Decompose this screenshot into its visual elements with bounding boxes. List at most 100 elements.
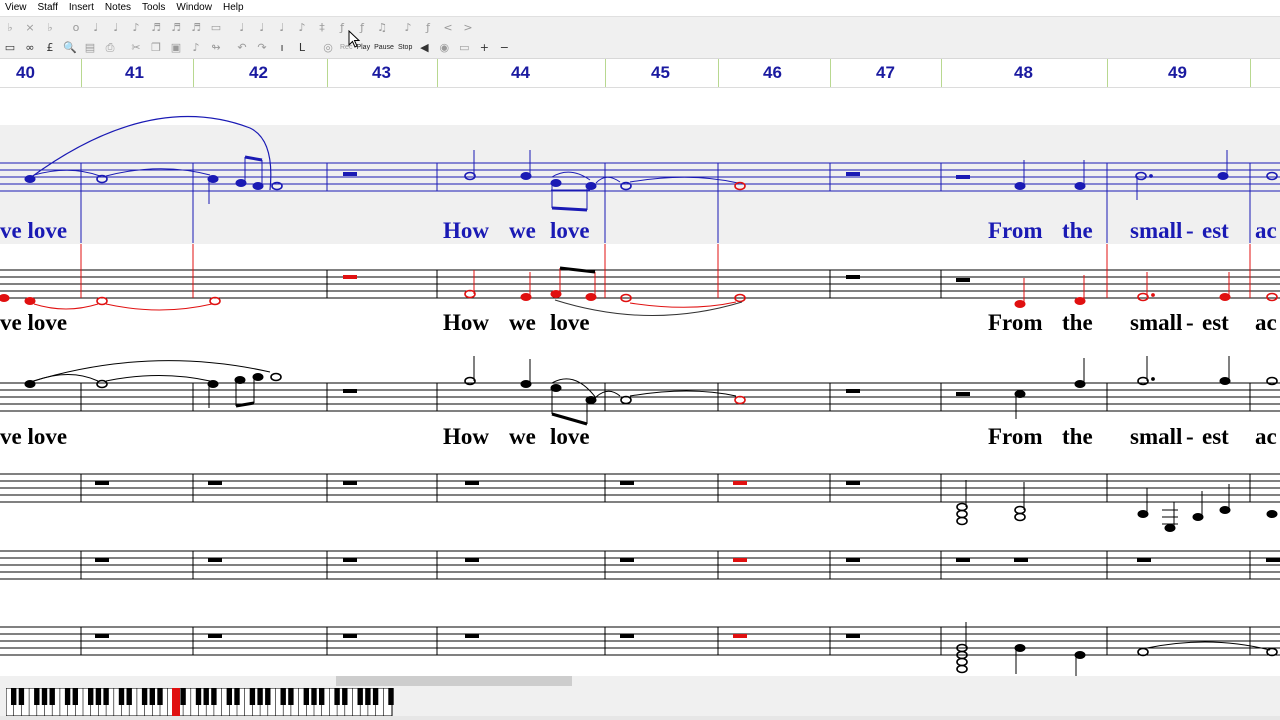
trill-icon[interactable]: ♫ <box>372 18 392 36</box>
piano-keyboard[interactable] <box>6 688 406 718</box>
keyboard-icon[interactable]: ▭ <box>454 39 474 57</box>
black-key[interactable] <box>319 688 325 705</box>
lyric-syllable[interactable]: From <box>988 424 1043 449</box>
black-key[interactable] <box>180 688 186 705</box>
lyric-syllable[interactable]: From <box>988 218 1043 243</box>
black-key[interactable] <box>157 688 163 705</box>
lyric-syllable[interactable]: love <box>550 218 590 243</box>
staff-5-rests[interactable] <box>95 558 1280 562</box>
staccato-icon[interactable]: ‡ <box>312 18 332 36</box>
metronome-icon[interactable]: ◎ <box>318 39 338 57</box>
black-key[interactable] <box>234 688 240 705</box>
black-key[interactable] <box>334 688 340 705</box>
black-key[interactable] <box>265 688 271 705</box>
scrollbar-thumb[interactable] <box>336 676 572 686</box>
globe-icon[interactable]: ◉ <box>434 39 454 57</box>
black-key[interactable] <box>365 688 371 705</box>
triplet-icon[interactable]: ♪ <box>398 18 418 36</box>
black-key[interactable] <box>226 688 232 705</box>
measure-number-42[interactable]: 42 <box>249 63 268 83</box>
score-canvas[interactable]: ve love How we love From the small - est… <box>0 88 1280 676</box>
whole-note-icon[interactable]: o <box>66 18 86 36</box>
lyric-syllable[interactable]: ve love <box>0 218 67 243</box>
insert-line-icon[interactable]: L <box>292 39 312 57</box>
sixtyfourth-note-icon[interactable]: ♬ <box>186 18 206 36</box>
black-key[interactable] <box>211 688 217 705</box>
half-note-icon[interactable]: ♩ <box>86 18 106 36</box>
stop-button[interactable]: Stop <box>396 44 414 51</box>
black-key[interactable] <box>288 688 294 705</box>
staff-6-notes[interactable] <box>95 622 1278 676</box>
lyric-syllable[interactable]: How <box>443 310 489 335</box>
crescendo-icon[interactable]: < <box>438 18 458 36</box>
lyric-syllable[interactable]: est <box>1202 218 1229 243</box>
black-key[interactable] <box>64 688 71 705</box>
measure-number-41[interactable]: 41 <box>125 63 144 83</box>
eighth-note-icon[interactable]: ♪ <box>126 18 146 36</box>
lyric-syllable[interactable]: we <box>509 310 536 335</box>
slur-note-icon[interactable]: ♪ <box>292 18 312 36</box>
staff-4[interactable] <box>0 473 1280 503</box>
lyric-syllable[interactable]: small <box>1130 218 1182 243</box>
lyric-syllable[interactable]: From <box>988 310 1043 335</box>
tied-note-icon[interactable]: ♩ <box>272 18 292 36</box>
measure-number-44[interactable]: 44 <box>511 63 530 83</box>
menu-insert[interactable]: Insert <box>64 2 100 13</box>
paste-special-icon[interactable]: ↬ <box>206 39 226 57</box>
print-preview-icon[interactable]: ▤ <box>80 39 100 57</box>
staff-6[interactable] <box>0 626 1280 656</box>
black-key[interactable] <box>49 688 55 705</box>
black-key[interactable] <box>388 688 394 705</box>
black-key[interactable] <box>11 688 17 705</box>
staff-2[interactable] <box>0 269 1280 299</box>
black-key[interactable] <box>72 688 78 705</box>
open-icon[interactable]: ∞ <box>20 39 40 57</box>
measure-number-48[interactable]: 48 <box>1014 63 1033 83</box>
grace-note-icon[interactable]: ♩ <box>232 18 252 36</box>
menu-notes[interactable]: Notes <box>100 2 137 13</box>
new-file-icon[interactable]: ▭ <box>0 39 20 57</box>
black-key[interactable] <box>34 688 40 705</box>
black-key[interactable] <box>126 688 132 705</box>
lyric-syllable[interactable]: the <box>1062 218 1093 243</box>
measure-number-43[interactable]: 43 <box>372 63 391 83</box>
black-key[interactable] <box>357 688 363 705</box>
lyric-syllable[interactable]: small <box>1130 310 1182 335</box>
black-key[interactable] <box>88 688 94 705</box>
black-key[interactable] <box>257 688 263 705</box>
staff-2-notes[interactable] <box>0 266 1278 316</box>
zoom-icon[interactable]: 🔍 <box>60 39 80 57</box>
cut-icon[interactable]: ✂ <box>126 39 146 57</box>
thirtysecond-note-icon[interactable]: ♬ <box>166 18 186 36</box>
lyric-syllable[interactable]: ve love <box>0 310 67 335</box>
flat-icon[interactable]: ♭ <box>0 18 20 36</box>
lyric-syllable[interactable]: - <box>1186 424 1194 449</box>
dotted-note-icon[interactable]: ♩ <box>252 18 272 36</box>
black-key[interactable] <box>249 688 256 705</box>
quarter-note-icon[interactable]: ♩ <box>106 18 126 36</box>
volume-icon[interactable]: ◀ <box>414 39 434 57</box>
menu-help[interactable]: Help <box>218 2 250 13</box>
black-key[interactable] <box>303 688 309 705</box>
lyric-syllable[interactable]: ac <box>1255 218 1277 243</box>
measure-number-45[interactable]: 45 <box>651 63 670 83</box>
menu-staff[interactable]: Staff <box>33 2 64 13</box>
select-tool-icon[interactable]: £ <box>40 39 60 57</box>
lyric-syllable[interactable]: we <box>509 424 536 449</box>
lyric-syllable[interactable]: love <box>550 424 590 449</box>
zoom-in-icon[interactable]: + <box>474 39 494 57</box>
black-key[interactable] <box>95 688 102 705</box>
black-key[interactable] <box>372 688 379 705</box>
menu-view[interactable]: View <box>0 2 33 13</box>
pause-button[interactable]: Pause <box>372 44 396 51</box>
lyric-syllable[interactable]: How <box>443 218 489 243</box>
menu-tools[interactable]: Tools <box>137 2 171 13</box>
measure-number-47[interactable]: 47 <box>876 63 895 83</box>
tuplet-icon[interactable]: ƒ <box>418 18 438 36</box>
copy-icon[interactable]: ❐ <box>146 39 166 57</box>
black-key[interactable] <box>280 688 286 705</box>
menu-window[interactable]: Window <box>171 2 218 13</box>
insert-text-icon[interactable]: ı <box>272 39 292 57</box>
measure-number-46[interactable]: 46 <box>763 63 782 83</box>
sixteenth-note-icon[interactable]: ♬ <box>146 18 166 36</box>
